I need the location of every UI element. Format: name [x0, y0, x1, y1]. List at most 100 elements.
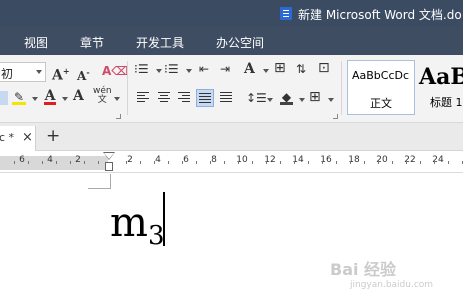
- increase-indent-icon[interactable]: ⇥: [220, 61, 230, 77]
- ruler-minor-tick: [154, 161, 155, 164]
- highlight-partial-icon[interactable]: [0, 91, 8, 105]
- baidu-jingyan-watermark: Bai 经验 jingyan.baidu.com: [330, 256, 463, 290]
- ruler-minor-tick: [224, 161, 225, 164]
- menu-tab-view[interactable]: 视图: [24, 34, 48, 51]
- document-tab[interactable]: c * ×: [0, 126, 36, 151]
- ribbon-separator: [341, 61, 342, 115]
- shrink-font-icon[interactable]: A-: [77, 64, 90, 84]
- word-document-icon: [280, 7, 292, 20]
- margin-corner-mark: [88, 188, 110, 189]
- left-indent-handle: [105, 162, 113, 171]
- table-grid-icon[interactable]: ⊞: [274, 60, 286, 76]
- ruler-minor-tick: [196, 161, 197, 164]
- numbered-list-icon[interactable]: ⁝☰: [164, 61, 179, 77]
- clear-format-icon[interactable]: A⌫: [102, 63, 128, 79]
- style-normal-sample: AaBbCcDc: [352, 69, 410, 82]
- chevron-down-icon[interactable]: [32, 97, 38, 101]
- decrease-indent-icon[interactable]: ⇤: [199, 61, 209, 77]
- watermark-sub: jingyan.baidu.com: [350, 280, 434, 290]
- close-icon[interactable]: ×: [22, 130, 33, 145]
- ruler-margin-area: [0, 156, 108, 170]
- ruler-minor-tick: [406, 161, 407, 164]
- chevron-down-icon[interactable]: [36, 70, 42, 74]
- align-right-icon[interactable]: [178, 92, 190, 102]
- ruler-minor-tick: [28, 161, 29, 164]
- borders-icon[interactable]: ⊞: [309, 89, 321, 105]
- ruler-minor-tick: [168, 161, 169, 164]
- menu-tab-developer[interactable]: 开发工具: [136, 34, 184, 51]
- ruler-minor-tick: [252, 161, 253, 164]
- ruler-minor-tick: [448, 161, 449, 164]
- document-base-text: m: [110, 200, 148, 246]
- ruler-minor-tick: [140, 161, 141, 164]
- watermark-text: Bai 经验: [330, 260, 397, 279]
- document-tab-strip: c * × +: [0, 123, 463, 151]
- ruler-minor-tick: [280, 161, 281, 164]
- menu-tab-office-space[interactable]: 办公空间: [216, 34, 264, 51]
- ruler-minor-tick: [210, 161, 211, 164]
- ruler-tick-label: 4: [155, 155, 161, 165]
- horizontal-ruler[interactable]: 6 4 2 2 4 6 8 10 12 14 16 18 20 22 24: [0, 152, 463, 173]
- style-heading-1-sample: AaB: [419, 64, 463, 90]
- grow-font-icon[interactable]: A+: [52, 63, 70, 84]
- ruler-tick-label: 2: [127, 155, 133, 165]
- justify-icon: [199, 93, 211, 103]
- margin-corner-mark: [110, 174, 111, 189]
- ruler-minor-tick: [126, 161, 127, 164]
- first-line-indent-fill: [104, 153, 114, 159]
- align-center-icon[interactable]: [158, 92, 170, 102]
- ruler-minor-tick: [378, 161, 379, 164]
- font-color-icon[interactable]: A: [44, 88, 56, 105]
- font-dialog-launcher-icon[interactable]: [116, 114, 121, 119]
- ruler-minor-tick: [182, 161, 183, 164]
- chevron-down-icon[interactable]: [62, 97, 68, 101]
- menu-tab-section[interactable]: 章节: [80, 34, 104, 51]
- align-left-icon[interactable]: [137, 92, 149, 102]
- chevron-down-icon[interactable]: [299, 98, 305, 102]
- ruler-tick-label: 6: [183, 155, 189, 165]
- ruler-minor-tick: [392, 161, 393, 164]
- style-normal[interactable]: AaBbCcDc 正文: [347, 60, 415, 115]
- text-cursor: [163, 192, 165, 246]
- phonetic-guide-icon[interactable]: wén 文: [93, 87, 112, 105]
- justify-button[interactable]: [196, 89, 214, 107]
- title-bar: 新建 Microsoft Word 文档.do: [0, 0, 463, 27]
- style-heading-1[interactable]: AaB 标题 1: [417, 60, 463, 115]
- bullet-list-icon[interactable]: ⁝☰: [134, 61, 149, 77]
- font-size-select[interactable]: 初: [0, 62, 46, 82]
- ribbon-toolbar: 初 A+ A- A⌫ ✎ A A wén 文 ⁝☰ ⁝☰ ⇤ ⇥ A ⊞ ⇅ ⊡ …: [0, 55, 463, 123]
- ruler-minor-tick: [42, 161, 43, 164]
- shading-fill-icon[interactable]: ◆: [280, 89, 293, 105]
- chevron-down-icon[interactable]: [267, 98, 273, 102]
- line-spacing-icon[interactable]: ↕☰: [246, 90, 267, 106]
- show-marks-icon[interactable]: ⊡: [318, 60, 330, 76]
- font-size-value: 初: [1, 67, 14, 81]
- style-normal-label: 正文: [370, 97, 392, 110]
- document-subscript-text: 3: [147, 221, 165, 251]
- highlighter-icon[interactable]: ✎: [12, 89, 26, 105]
- chevron-down-icon[interactable]: [328, 98, 334, 102]
- new-tab-button[interactable]: +: [46, 126, 60, 146]
- phonetic-label: wén: [93, 86, 112, 96]
- document-tab-label: c *: [0, 131, 15, 144]
- document-text[interactable]: m3: [110, 200, 164, 259]
- ruler-minor-tick: [14, 161, 15, 164]
- text-direction-icon[interactable]: A: [244, 61, 255, 77]
- ruler-minor-tick: [322, 161, 323, 164]
- chevron-down-icon[interactable]: [263, 69, 269, 73]
- chevron-down-icon[interactable]: [186, 69, 192, 73]
- sort-icon[interactable]: ⇅: [296, 61, 306, 77]
- window-title: 新建 Microsoft Word 文档.do: [298, 8, 462, 22]
- chevron-down-icon[interactable]: [114, 97, 120, 101]
- menu-bar: 视图 章节 开发工具 办公空间: [0, 27, 463, 55]
- distributed-align-icon[interactable]: [220, 92, 232, 102]
- style-heading-1-label: 标题 1: [430, 96, 463, 109]
- ruler-minor-tick: [336, 161, 337, 164]
- paragraph-dialog-launcher-icon[interactable]: [333, 114, 338, 119]
- chevron-down-icon[interactable]: [156, 69, 162, 73]
- ruler-tick-label: 4: [47, 155, 53, 165]
- ribbon-separator: [127, 61, 128, 115]
- indent-marker[interactable]: [103, 152, 115, 172]
- char-shading-icon[interactable]: A: [73, 88, 84, 104]
- ruler-minor-tick: [84, 161, 85, 164]
